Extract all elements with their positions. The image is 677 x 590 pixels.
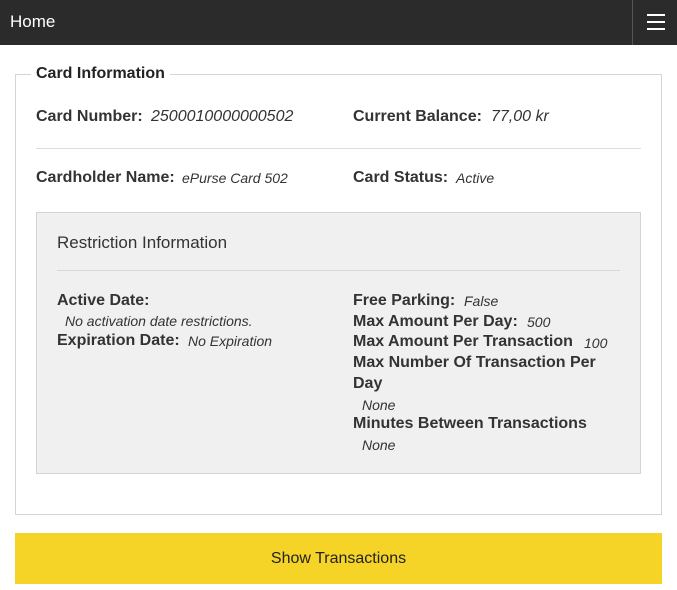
active-date-label: Active Date: <box>57 292 150 309</box>
hamburger-icon <box>647 14 665 16</box>
divider <box>36 148 641 149</box>
max-amount-per-transaction-value: 100 <box>584 335 608 351</box>
card-information-legend: Card Information <box>31 65 170 83</box>
minutes-between-transactions-label: Minutes Between Transactions <box>353 415 587 432</box>
page-title[interactable]: Home <box>10 12 55 32</box>
card-number-label: Card Number: <box>36 108 143 125</box>
cardholder-name-value: ePurse Card 502 <box>182 170 288 186</box>
current-balance-label: Current Balance: <box>353 108 482 125</box>
max-amount-per-day-value: 500 <box>527 314 551 330</box>
active-date-value: No activation date restrictions. <box>65 313 253 329</box>
free-parking-value: False <box>464 293 499 309</box>
card-number-value: 2500010000000502 <box>151 108 294 125</box>
top-navbar: Home <box>0 0 677 45</box>
max-transactions-per-day-label: Max Number Of Transaction Per Day <box>353 354 596 392</box>
restriction-information-title: Restriction Information <box>57 233 228 252</box>
card-status-value: Active <box>456 170 495 186</box>
expiration-date-label: Expiration Date: <box>57 332 180 349</box>
card-status-label: Card Status: <box>353 169 449 186</box>
max-amount-per-transaction-label: Max Amount Per Transaction <box>353 333 573 350</box>
current-balance-value: 77,00 kr <box>491 108 549 125</box>
minutes-between-transactions-value: None <box>362 437 396 453</box>
max-amount-per-day-label: Max Amount Per Day: <box>353 313 518 330</box>
hamburger-menu-button[interactable] <box>632 0 677 45</box>
max-transactions-per-day-value: None <box>362 397 396 413</box>
expiration-date-value: No Expiration <box>188 333 273 349</box>
free-parking-label: Free Parking: <box>353 292 456 309</box>
show-transactions-button[interactable]: Show Transactions <box>15 533 662 584</box>
restriction-divider <box>57 270 620 271</box>
cardholder-name-label: Cardholder Name: <box>36 169 175 186</box>
